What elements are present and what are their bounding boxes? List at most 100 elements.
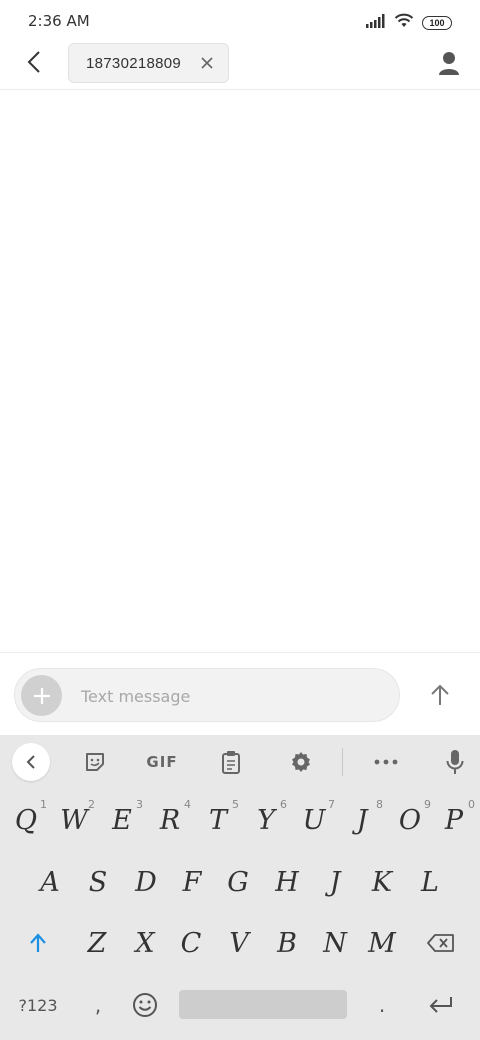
key-w[interactable]: W2 bbox=[50, 789, 98, 851]
key-z[interactable]: Z bbox=[73, 912, 121, 974]
key-t[interactable]: T5 bbox=[194, 789, 242, 851]
key-hint: 4 bbox=[184, 798, 191, 811]
microphone-icon bbox=[446, 750, 464, 774]
key-label: M bbox=[368, 927, 396, 959]
key-o[interactable]: O9 bbox=[386, 789, 434, 851]
key-label: O bbox=[398, 804, 422, 836]
contact-button[interactable] bbox=[432, 48, 466, 82]
key-label: J bbox=[356, 804, 368, 836]
send-arrow-icon bbox=[431, 684, 449, 705]
toolbar-divider bbox=[342, 748, 343, 776]
message-input-container bbox=[14, 668, 400, 722]
send-button[interactable] bbox=[422, 677, 458, 713]
enter-key[interactable] bbox=[416, 974, 466, 1036]
gear-icon bbox=[292, 752, 310, 772]
key-p[interactable]: P0 bbox=[430, 789, 478, 851]
key-e[interactable]: E3 bbox=[98, 789, 146, 851]
key-a[interactable]: A bbox=[26, 851, 74, 913]
collapse-toolbar-button[interactable] bbox=[12, 743, 50, 781]
gif-label: GIF bbox=[146, 753, 178, 771]
key-h[interactable]: H bbox=[263, 851, 311, 913]
status-time: 2:36 AM bbox=[28, 12, 90, 30]
key-row-2: A S D F G H J K L bbox=[0, 851, 480, 913]
key-j[interactable]: J bbox=[311, 851, 359, 913]
key-m[interactable]: M bbox=[358, 912, 406, 974]
key-label: E bbox=[112, 804, 132, 836]
add-attachment-button[interactable] bbox=[21, 675, 62, 716]
enter-icon bbox=[429, 997, 452, 1013]
key-label: X bbox=[135, 927, 155, 959]
key-c[interactable]: C bbox=[167, 912, 215, 974]
contact-icon bbox=[438, 51, 460, 80]
battery-indicator: 100 bbox=[422, 16, 452, 30]
key-label: T bbox=[208, 804, 227, 836]
conversation-header: 18730218809 bbox=[0, 40, 480, 90]
status-bar: 2:36 AM 100 bbox=[0, 0, 480, 40]
key-g[interactable]: G bbox=[214, 851, 262, 913]
key-r[interactable]: R4 bbox=[146, 789, 194, 851]
key-d[interactable]: D bbox=[122, 851, 170, 913]
key-u[interactable]: U7 bbox=[290, 789, 338, 851]
key-label: B bbox=[277, 927, 297, 959]
key-label: U bbox=[302, 804, 326, 836]
plus-icon bbox=[33, 687, 50, 704]
chevron-left-icon bbox=[26, 755, 35, 769]
key-q[interactable]: Q1 bbox=[2, 789, 50, 851]
shift-key[interactable] bbox=[14, 912, 62, 974]
key-label: P bbox=[444, 804, 464, 836]
key-label: G bbox=[227, 866, 249, 898]
key-row-4: ?123 , . bbox=[0, 974, 480, 1036]
key-n[interactable]: N bbox=[311, 912, 359, 974]
key-label: Z bbox=[87, 927, 107, 959]
remove-recipient-button[interactable] bbox=[200, 56, 214, 70]
emoji-key[interactable] bbox=[121, 974, 169, 1036]
voice-input-button[interactable] bbox=[438, 745, 472, 779]
key-i[interactable]: J8 bbox=[338, 789, 386, 851]
key-label: H bbox=[275, 866, 299, 898]
key-b[interactable]: B bbox=[263, 912, 311, 974]
key-y[interactable]: Y6 bbox=[242, 789, 290, 851]
symbols-label: ?123 bbox=[18, 995, 58, 1015]
key-label: Q bbox=[14, 804, 38, 836]
key-label: L bbox=[421, 866, 439, 898]
key-f[interactable]: F bbox=[168, 851, 216, 913]
shift-arrow-icon bbox=[30, 933, 46, 952]
period-label: . bbox=[378, 993, 386, 1017]
key-v[interactable]: V bbox=[215, 912, 263, 974]
clipboard-button[interactable] bbox=[214, 745, 248, 779]
key-l[interactable]: L bbox=[406, 851, 454, 913]
gif-button[interactable]: GIF bbox=[140, 745, 184, 779]
key-label: K bbox=[371, 866, 393, 898]
key-label: C bbox=[180, 927, 202, 959]
recipient-chip[interactable]: 18730218809 bbox=[68, 43, 229, 83]
key-label: A bbox=[40, 866, 60, 898]
symbols-key[interactable]: ?123 bbox=[12, 974, 64, 1036]
key-s[interactable]: S bbox=[74, 851, 122, 913]
key-label: R bbox=[159, 804, 181, 836]
message-input[interactable] bbox=[81, 683, 381, 709]
key-hint: 5 bbox=[232, 798, 239, 811]
key-row-1: Q1 W2 E3 R4 T5 Y6 U7 J8 O9 P0 bbox=[0, 789, 480, 851]
more-icon bbox=[374, 759, 398, 765]
period-key[interactable]: . bbox=[358, 974, 406, 1036]
key-row-3: Z X C V B N M bbox=[0, 912, 480, 974]
comma-label: , bbox=[94, 993, 102, 1017]
settings-button[interactable] bbox=[284, 745, 318, 779]
key-label: V bbox=[229, 927, 249, 959]
more-options-button[interactable] bbox=[369, 745, 403, 779]
key-hint: 7 bbox=[328, 798, 335, 811]
back-button[interactable] bbox=[18, 48, 50, 80]
keyboard: GIF Q1 W2 E 3 R 4 T 5 Y 6 U 7 J 8 O 9 P … bbox=[0, 735, 480, 1040]
comma-key[interactable]: , bbox=[74, 974, 122, 1036]
status-icons: 100 bbox=[366, 13, 452, 33]
key-hint: 6 bbox=[280, 798, 287, 811]
key-k[interactable]: K bbox=[358, 851, 406, 913]
key-label: N bbox=[323, 927, 347, 959]
signal-icon bbox=[366, 13, 386, 33]
sticker-button[interactable] bbox=[78, 745, 112, 779]
space-key[interactable] bbox=[179, 990, 347, 1019]
wifi-icon bbox=[394, 13, 414, 33]
backspace-key[interactable] bbox=[417, 912, 465, 974]
key-x[interactable]: X bbox=[121, 912, 169, 974]
message-area bbox=[0, 91, 480, 652]
